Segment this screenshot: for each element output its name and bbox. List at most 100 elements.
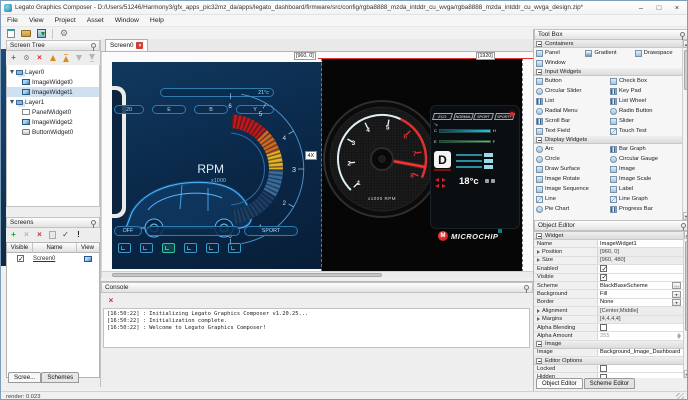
toolbox-item-drawspace[interactable]: Drawspace [633, 48, 682, 58]
menu-project[interactable]: Project [55, 17, 76, 24]
alpha-amount-value[interactable]: 255 [600, 333, 610, 339]
menu-file[interactable]: File [7, 17, 18, 24]
locked-checkbox[interactable] [600, 365, 607, 372]
remove-screen-button[interactable]: × [21, 230, 32, 241]
section-display-widgets[interactable]: Display Widgets [534, 136, 682, 144]
move-top-button[interactable] [60, 53, 71, 64]
toolbox-item-line-graph[interactable]: Line Graph [608, 194, 682, 204]
console-log[interactable]: [16:50:22] : Initializing Legato Graphic… [103, 308, 530, 348]
dashboard-image-right-selected[interactable]: 1 2 3 4 5 6 7 8 x1000 RPM [322, 59, 522, 271]
toolbox-item-circular-slider[interactable]: Circular Slider [534, 86, 608, 96]
background-value[interactable]: Fill [600, 291, 607, 297]
menu-window[interactable]: Window [115, 17, 139, 24]
prop-value-alignment[interactable]: [Center,Middle] [598, 307, 683, 314]
toolbox-item-key-pad[interactable]: Key Pad [608, 86, 682, 96]
toolbox-item-check-box[interactable]: Check Box [608, 76, 682, 86]
alpha-blending-checkbox[interactable] [600, 324, 607, 331]
move-down-button[interactable] [73, 53, 84, 64]
visible-checkbox[interactable] [17, 255, 24, 262]
toolbox-item-radio-button[interactable]: Radio Button [608, 106, 682, 116]
dashboard-image-left[interactable]: 21°c 20 E B Y [112, 62, 322, 269]
prop-value-image[interactable]: Background_Image_Dashboard [598, 349, 683, 356]
edit-widget-button[interactable]: ⚙ [21, 53, 32, 64]
expander-icon[interactable] [10, 70, 14, 74]
expand-icon[interactable] [537, 250, 540, 254]
clear-console-button[interactable]: × [106, 295, 116, 305]
section-input-widgets[interactable]: Input Widgets [534, 68, 682, 76]
hscroll-thumb[interactable] [112, 273, 382, 277]
collapse-icon[interactable] [536, 341, 542, 347]
spinner-icon[interactable] [677, 333, 681, 340]
enabled-checkbox[interactable] [600, 265, 607, 272]
move-up-button[interactable] [47, 53, 58, 64]
tree-node-imagewidget0[interactable]: ImageWidget0 [7, 77, 99, 87]
warnings-button[interactable]: ! [73, 230, 84, 241]
toolbox-item-radial-menu[interactable]: Radial Menu [534, 106, 608, 116]
tree-node-layer0[interactable]: Layer0 [7, 67, 99, 77]
scroll-up-icon[interactable]: ▲ [683, 40, 688, 48]
toolbox-item-touch-test[interactable]: Touch Test [608, 126, 682, 136]
section-containers[interactable]: Containers [534, 40, 682, 48]
toolbox-item-image-scale[interactable]: Image Scale [608, 174, 682, 184]
tree-node-layer1[interactable]: Layer1 [7, 97, 99, 107]
toolbox-item-image[interactable]: Image [608, 164, 682, 174]
object-editor-scrollbar[interactable]: ▲ ▼ [683, 231, 688, 378]
expand-icon[interactable] [537, 317, 540, 321]
toolbox-item-slider[interactable]: Slider [608, 116, 682, 126]
toolbox-scrollbar[interactable]: ▲ ▼ [682, 40, 688, 220]
toolbox-item-pie-chart[interactable]: Pie Chart [534, 204, 608, 214]
screen-name[interactable]: Screen0 [33, 256, 77, 262]
add-widget-button[interactable]: + [8, 53, 19, 64]
duplicate-screen-button[interactable] [47, 230, 58, 241]
add-screen-button[interactable]: + [8, 230, 19, 241]
toolbox-item-gradient[interactable]: Gradient [583, 48, 632, 58]
tab-scheme-editor[interactable]: Scheme Editor [584, 378, 635, 389]
prop-section-editor-options[interactable]: Editor Options [534, 357, 683, 365]
prop-value-size[interactable]: [960, 480] [598, 257, 683, 264]
menu-help[interactable]: Help [150, 17, 164, 24]
screen-row[interactable]: Screen0 [7, 253, 99, 264]
expand-icon[interactable] [537, 258, 540, 262]
collapse-icon[interactable] [536, 233, 542, 239]
delete-screen-button[interactable]: × [34, 230, 45, 241]
pin-icon[interactable] [524, 285, 529, 290]
canvas-hscrollbar[interactable] [102, 271, 533, 278]
tab-schemes[interactable]: Schemes [41, 372, 79, 383]
toolbox-item-scroll-bar[interactable]: Scroll Bar [534, 116, 608, 126]
resize-grip[interactable] [676, 393, 684, 400]
scroll-thumb[interactable] [684, 50, 688, 90]
screen-view-icon[interactable] [84, 256, 92, 262]
tree-node-imagewidget2[interactable]: ImageWidget2 [7, 117, 99, 127]
scroll-up-icon[interactable]: ▲ [684, 231, 688, 239]
validate-screen-button[interactable]: ✓ [60, 230, 71, 241]
toolbox-item-label[interactable]: Label [608, 184, 682, 194]
toolbox-item-progress-bar[interactable]: Progress Bar [608, 204, 682, 214]
expand-icon[interactable] [537, 309, 540, 313]
toolbox-item-image-rotate[interactable]: Image Rotate [534, 174, 608, 184]
new-project-button[interactable] [5, 28, 17, 39]
tab-screens[interactable]: Scree... [8, 372, 41, 383]
tab-object-editor[interactable]: Object Editor [536, 378, 583, 389]
toolbox-item-circular-gauge[interactable]: Circular Gauge [608, 154, 682, 164]
toolbox-item-panel[interactable]: Panel [534, 48, 583, 58]
tree-node-buttonwidget0[interactable]: ButtonWidget0 [7, 127, 99, 137]
scroll-down-icon[interactable]: ▼ [684, 370, 688, 378]
pin-icon[interactable] [680, 32, 685, 37]
tab-screen0[interactable]: Screen0 × [105, 39, 148, 51]
menu-view[interactable]: View [29, 17, 44, 24]
prop-section-widget[interactable]: Widget [534, 232, 683, 240]
tree-node-imagewidget1[interactable]: ImageWidget1 [7, 87, 99, 97]
design-canvas[interactable]: [960, 0] [1920] 4X 21°c 20 E B Y [101, 52, 533, 278]
collapse-icon[interactable] [536, 41, 542, 47]
toolbox-item-bar-graph[interactable]: Bar Graph [608, 144, 682, 154]
dropdown-icon[interactable]: ▾ [672, 291, 681, 298]
tree-node-panelwidget0[interactable]: PanelWidget0 [7, 107, 99, 117]
toolbox-item-list-wheel[interactable]: List Wheel [608, 96, 682, 106]
pin-icon[interactable] [91, 43, 96, 48]
pin-icon[interactable] [681, 223, 686, 228]
toolbox-item-circle[interactable]: Circle [534, 154, 608, 164]
collapse-icon[interactable] [536, 137, 542, 143]
save-project-button[interactable] [35, 28, 47, 39]
prop-value-position[interactable]: [960, 0] [598, 248, 683, 255]
toolbox-item-text-field[interactable]: Text Field [534, 126, 608, 136]
